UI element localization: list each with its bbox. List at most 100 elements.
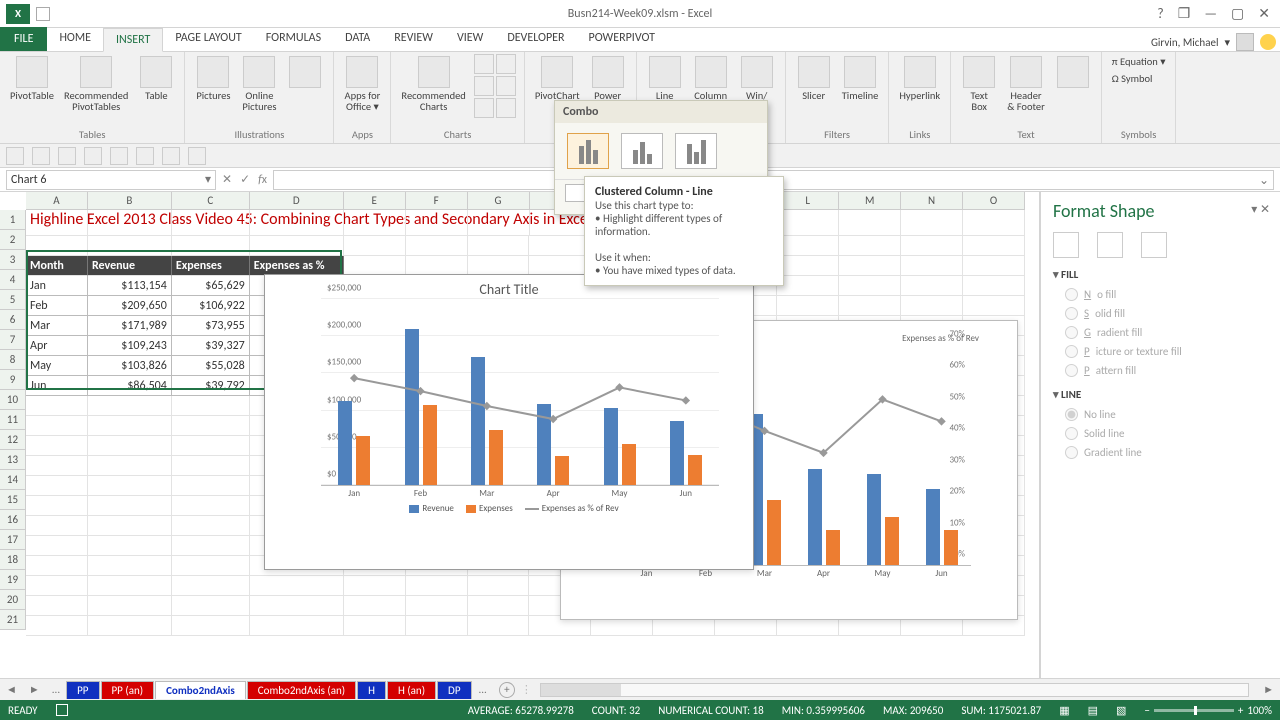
effects-icon[interactable] [1097,232,1123,258]
cell[interactable] [172,596,250,616]
tab-home[interactable]: HOME [47,27,103,51]
row-header[interactable]: 17 [0,530,25,550]
cell[interactable] [839,296,901,316]
qat-btn[interactable] [32,147,50,165]
row-header[interactable]: 4 [0,270,25,290]
pane-category-icons[interactable] [1053,232,1268,258]
cell[interactable] [901,236,963,256]
maximize-icon[interactable]: ▢ [1231,5,1244,22]
col-header[interactable]: G [468,192,530,209]
row-header[interactable]: 13 [0,450,25,470]
sheet-tab-dp[interactable]: DP [437,681,471,699]
qat-btn[interactable] [188,147,206,165]
cell[interactable] [468,210,530,236]
close-icon[interactable]: ✕ [1258,5,1270,22]
fx-icon[interactable]: fx [258,173,267,187]
cell[interactable] [901,276,963,296]
sheet-tab-combo2ndaxis[interactable]: Combo2ndAxis [155,681,246,699]
cell[interactable] [344,616,406,636]
cell[interactable]: $106,922 [172,296,250,316]
cancel-icon[interactable]: ✕ [222,172,232,187]
ribbon--symbol[interactable]: Ω Symbol [1110,71,1155,86]
line-option[interactable]: Solid line [1053,424,1268,443]
chart-type-mini[interactable] [474,76,494,96]
cell[interactable]: $73,955 [172,316,250,336]
cell[interactable] [172,210,250,236]
cell[interactable] [88,456,172,476]
cell[interactable]: Month [26,256,88,276]
cell[interactable] [88,496,172,516]
cell[interactable] [963,256,1025,276]
cell[interactable] [839,236,901,256]
cell[interactable] [88,476,172,496]
cell[interactable] [88,516,172,536]
ribbon-power[interactable]: Power [588,54,628,103]
row-header[interactable]: 15 [0,490,25,510]
tab-insert[interactable]: INSERT [103,28,163,52]
cell[interactable] [88,396,172,416]
cell[interactable] [250,616,344,636]
cell[interactable] [777,256,839,276]
qat-btn[interactable] [6,147,24,165]
col-header[interactable]: N [901,192,963,209]
section-fill[interactable]: FILL [1053,268,1268,281]
cell[interactable] [26,236,88,256]
cell[interactable] [777,236,839,256]
fill-option[interactable]: Gradient fill [1053,323,1268,342]
view-pagebreak-icon[interactable]: ▧ [1116,704,1126,717]
col-header[interactable]: B [88,192,172,209]
cell[interactable] [172,416,250,436]
zoom-slider[interactable] [1154,709,1234,712]
row-header[interactable]: 7 [0,330,25,350]
cell[interactable] [963,236,1025,256]
sheet-tab-combo2ndaxis-an-[interactable]: Combo2ndAxis (an) [247,681,356,699]
cell[interactable] [172,516,250,536]
fill-option[interactable]: Pattern fill [1053,361,1268,380]
row-header[interactable]: 5 [0,290,25,310]
cell[interactable] [468,616,530,636]
col-header[interactable]: F [406,192,468,209]
cell[interactable] [963,296,1025,316]
cell[interactable]: $103,826 [88,356,172,376]
cell[interactable] [529,236,591,256]
ribbon-btn[interactable] [1053,54,1093,114]
cell[interactable] [172,236,250,256]
cell[interactable] [26,616,88,636]
col-header[interactable]: C [172,192,250,209]
cell[interactable] [172,616,250,636]
ribbon-slicer[interactable]: Slicer [794,54,834,103]
combo-thumb-3[interactable] [675,133,717,169]
combo-thumb-clustered-column-line[interactable] [567,133,609,169]
cell[interactable]: May [26,356,88,376]
column-headers[interactable]: ABCDEFGHIJKLMNO [26,192,1025,210]
tab-page-layout[interactable]: PAGE LAYOUT [163,27,253,51]
size-props-icon[interactable] [1141,232,1167,258]
cell[interactable]: $209,650 [88,296,172,316]
cell[interactable] [26,516,88,536]
chart-type-mini[interactable] [496,54,516,74]
tab-powerpivot[interactable]: POWERPIVOT [577,27,667,51]
grid[interactable]: ABCDEFGHIJKLMNO 123456789101112131415161… [0,192,1040,678]
cell[interactable] [26,456,88,476]
cell[interactable]: Feb [26,296,88,316]
cell[interactable] [172,536,250,556]
ribbon-recommended[interactable]: RecommendedCharts [399,54,467,118]
combo-thumb-2[interactable] [621,133,663,169]
chart-type-mini[interactable] [496,76,516,96]
ribbon-btn[interactable] [285,54,325,114]
cell[interactable] [172,556,250,576]
cell[interactable] [88,576,172,596]
cell[interactable] [529,256,591,276]
cell[interactable] [88,210,172,236]
ribbon-apps-for[interactable]: Apps forOffice ▾ [342,54,382,114]
cell[interactable]: $39,327 [172,336,250,356]
cell[interactable] [406,256,468,276]
smile-icon[interactable] [1260,34,1276,50]
tab-developer[interactable]: DEVELOPER [495,27,576,51]
chart-type-mini[interactable] [496,98,516,118]
cell[interactable] [26,476,88,496]
cell[interactable] [172,576,250,596]
cell[interactable] [250,596,344,616]
line-option[interactable]: Gradient line [1053,443,1268,462]
cell[interactable] [839,210,901,236]
